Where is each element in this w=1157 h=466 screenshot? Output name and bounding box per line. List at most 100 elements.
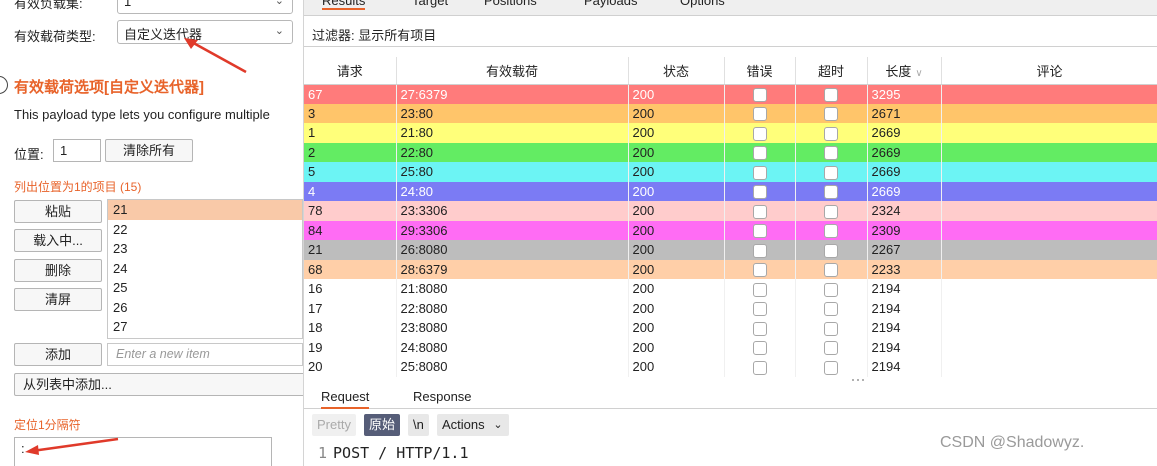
raw-toggle[interactable]: 原始 <box>364 414 401 436</box>
payload-cell: 21:80 <box>396 123 629 143</box>
column-header-status[interactable]: 状态 <box>628 57 725 85</box>
separator-field[interactable]: : <box>14 437 272 466</box>
error-checkbox[interactable] <box>752 87 767 102</box>
table-row[interactable]: 68 28:6379 200 2233 <box>304 259 1157 279</box>
pretty-toggle[interactable]: Pretty <box>312 414 356 436</box>
payload-options-title: 有效载荷选项[自定义迭代器] <box>14 79 204 96</box>
table-row[interactable]: 84 29:3306 200 2309 <box>304 220 1157 240</box>
error-checkbox[interactable] <box>752 204 767 219</box>
error-checkbox[interactable] <box>752 341 767 356</box>
list-item[interactable]: 24 <box>108 259 302 279</box>
list-item[interactable]: 23 <box>108 239 302 259</box>
error-checkbox[interactable] <box>752 185 767 200</box>
filter-text: 过滤器: 显示所有项目 <box>312 28 437 43</box>
list-item[interactable]: 21 <box>108 200 302 220</box>
paste-button[interactable]: 粘贴 <box>14 200 102 223</box>
column-header-timeout[interactable]: 超时 <box>795 57 868 85</box>
table-row[interactable]: 3 23:80 200 2671 <box>304 103 1157 123</box>
timeout-checkbox[interactable] <box>824 341 838 356</box>
table-row[interactable]: 78 23:3306 200 2324 <box>304 201 1157 221</box>
error-checkbox[interactable] <box>752 224 767 239</box>
table-row[interactable]: 1 21:80 200 2669 <box>304 123 1157 143</box>
error-checkbox[interactable] <box>752 107 767 122</box>
position-field[interactable]: 1 <box>53 139 101 162</box>
timeout-checkbox[interactable] <box>824 126 838 141</box>
clear-button[interactable]: 清屏 <box>14 288 102 311</box>
tab-request[interactable]: Request <box>321 389 370 409</box>
error-checkbox[interactable] <box>752 146 767 161</box>
column-header-comment[interactable]: 评论 <box>941 57 1157 85</box>
timeout-checkbox[interactable] <box>824 360 838 375</box>
add-button[interactable]: 添加 <box>14 343 102 366</box>
timeout-checkbox[interactable] <box>824 263 838 278</box>
remove-button[interactable]: 删除 <box>14 259 102 282</box>
list-item[interactable]: 25 <box>108 278 302 298</box>
request-editor[interactable]: 1 POST / HTTP/1.1 <box>318 444 469 462</box>
timeout-checkbox[interactable] <box>824 87 838 102</box>
payload-set-label: 有效负载集: <box>14 0 83 11</box>
new-item-input[interactable]: Enter a new item <box>107 343 303 366</box>
timeout-checkbox[interactable] <box>824 282 838 297</box>
column-header-label: 状态 <box>662 63 689 79</box>
table-row[interactable]: 5 25:80 200 2669 <box>304 162 1157 182</box>
table-row[interactable]: 16 21:8080 200 2194 <box>304 279 1157 299</box>
error-checkbox[interactable] <box>752 282 767 297</box>
load-button[interactable]: 载入中... <box>14 229 102 252</box>
status-cell: 200 <box>628 84 725 104</box>
tab-options[interactable]: Options <box>680 0 725 8</box>
tab-positions[interactable]: Positions <box>484 0 537 8</box>
error-cell <box>724 337 796 357</box>
error-checkbox[interactable] <box>752 243 767 258</box>
payload-set-select[interactable]: 1 ⌄ <box>117 0 293 14</box>
payload-cell: 23:80 <box>396 103 629 123</box>
error-checkbox[interactable] <box>752 165 767 180</box>
timeout-checkbox[interactable] <box>824 146 838 161</box>
tab-payloads[interactable]: Payloads <box>584 0 637 8</box>
table-row[interactable]: 20 25:8080 200 2194 <box>304 357 1157 377</box>
request-number-cell: 4 <box>304 181 397 201</box>
table-row[interactable]: 18 23:8080 200 2194 <box>304 318 1157 338</box>
error-checkbox[interactable] <box>752 263 767 278</box>
error-cell <box>724 298 796 318</box>
timeout-checkbox[interactable] <box>824 302 838 317</box>
filter-bar[interactable]: 过滤器: 显示所有项目 <box>304 19 1157 47</box>
timeout-checkbox[interactable] <box>824 243 838 258</box>
add-from-list-select[interactable]: 从列表中添加... <box>14 373 303 396</box>
error-cell <box>724 181 796 201</box>
tab-target[interactable]: Target <box>412 0 448 8</box>
timeout-checkbox[interactable] <box>824 224 838 239</box>
list-item[interactable]: 22 <box>108 220 302 240</box>
column-header-error[interactable]: 错误 <box>724 57 796 85</box>
column-header-request[interactable]: 请求 <box>304 57 397 85</box>
payload-type-select[interactable]: 自定义迭代器 ⌄ <box>117 20 293 44</box>
error-checkbox[interactable] <box>752 321 767 336</box>
table-row[interactable]: 2 22:80 200 2669 <box>304 142 1157 162</box>
column-header-length[interactable]: 长度 ∨ <box>867 57 942 85</box>
table-row[interactable]: 19 24:8080 200 2194 <box>304 337 1157 357</box>
table-row[interactable]: 4 24:80 200 2669 <box>304 181 1157 201</box>
status-cell: 200 <box>628 162 725 182</box>
table-row[interactable]: 17 22:8080 200 2194 <box>304 298 1157 318</box>
list-item[interactable]: 27 <box>108 317 302 337</box>
newline-toggle[interactable]: \n <box>408 414 429 436</box>
table-row[interactable]: 21 26:8080 200 2267 <box>304 240 1157 260</box>
timeout-checkbox[interactable] <box>824 185 838 200</box>
timeout-cell <box>795 103 868 123</box>
clear-all-button[interactable]: 清除所有 <box>105 139 193 162</box>
error-checkbox[interactable] <box>752 302 767 317</box>
tab-response[interactable]: Response <box>413 389 472 404</box>
table-row[interactable]: 67 27:6379 200 3295 <box>304 84 1157 104</box>
payload-item-list[interactable]: 21 22 23 24 25 26 27 <box>107 199 303 339</box>
table-header-row: 请求 有效载荷 状态 错误 超时 长度 ∨ 评论 <box>304 57 1157 85</box>
error-checkbox[interactable] <box>752 126 767 141</box>
list-item[interactable]: 26 <box>108 298 302 318</box>
tab-results[interactable]: Results <box>322 0 366 10</box>
length-cell: 2233 <box>867 259 942 279</box>
actions-dropdown[interactable]: Actions ⌄ <box>437 414 509 436</box>
timeout-checkbox[interactable] <box>824 204 838 219</box>
timeout-checkbox[interactable] <box>824 165 838 180</box>
timeout-checkbox[interactable] <box>824 107 838 122</box>
column-header-payload[interactable]: 有效载荷 <box>396 57 629 85</box>
timeout-checkbox[interactable] <box>824 321 838 336</box>
error-checkbox[interactable] <box>752 360 767 375</box>
